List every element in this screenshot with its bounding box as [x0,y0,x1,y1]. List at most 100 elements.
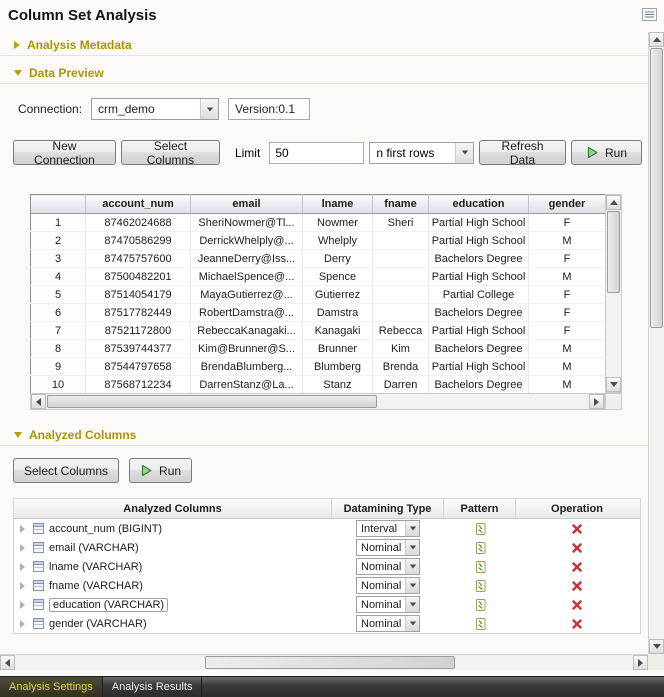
column-header-education[interactable]: education [429,195,529,214]
cell-lname[interactable]: Spence [303,268,373,286]
cell-education[interactable]: Partial High School [429,268,529,286]
cell-email[interactable]: BrendaBlumberg... [191,358,303,376]
delete-icon[interactable] [571,542,583,554]
column-header-fname[interactable]: fname [373,195,429,214]
datamining-type-combo[interactable]: Nominal [356,577,420,594]
refresh-data-button[interactable]: Refresh Data [479,140,566,165]
preview-row-7[interactable]: 787521172800RebeccaKanagaki...KanagakiRe… [31,322,606,340]
dropdown-arrow-icon[interactable] [405,597,419,612]
cell-account_num[interactable]: 87500482201 [86,268,191,286]
cell-account_num[interactable]: 87568712234 [86,376,191,394]
preview-row-5[interactable]: 587514054179MayaGutierrez@...GutierrezPa… [31,286,606,304]
scroll-thumb[interactable] [607,211,620,293]
cell-education[interactable]: Partial High School [429,232,529,250]
row-number-cell[interactable]: 9 [31,358,86,376]
scroll-down-icon[interactable] [606,377,621,392]
column-header-gender[interactable]: gender [529,195,606,214]
cell-account_num[interactable]: 87514054179 [86,286,191,304]
cell-education[interactable]: Partial High School [429,322,529,340]
scroll-left-icon[interactable] [0,655,15,670]
pattern-icon[interactable] [474,617,487,631]
row-number-cell[interactable]: 7 [31,322,86,340]
cell-fname[interactable]: Sheri [373,214,429,232]
cell-gender[interactable]: F [529,286,606,304]
scroll-right-icon[interactable] [589,394,604,409]
row-expander-icon[interactable] [20,582,25,590]
cell-email[interactable]: RobertDamstra@... [191,304,303,322]
dropdown-arrow-icon[interactable] [200,99,218,119]
preview-row-6[interactable]: 687517782449RobertDamstra@...Damstra Bach… [31,304,606,322]
cell-gender[interactable]: F [529,304,606,322]
editor-menu-icon[interactable] [641,7,658,27]
preview-row-1[interactable]: 187462024688SheriNowmer@Tl...NowmerSheri… [31,214,606,232]
analyzed-column-name[interactable]: gender (VARCHAR) [49,618,147,630]
row-expander-icon[interactable] [20,601,25,609]
cell-email[interactable]: DarrenStanz@La... [191,376,303,394]
cell-lname[interactable]: Damstra [303,304,373,322]
scroll-track[interactable] [649,47,664,639]
analyzed-row-0[interactable]: account_num (BIGINT)Interval [14,519,640,538]
dropdown-arrow-icon[interactable] [405,540,419,555]
column-header-email[interactable]: email [191,195,303,214]
section-data-preview[interactable]: Data Preview [0,62,648,84]
preview-horizontal-scrollbar[interactable] [30,393,605,410]
preview-row-3[interactable]: 387475757600JeanneDerry@Iss...DerryBache… [31,250,606,268]
delete-icon[interactable] [571,561,583,573]
analyzed-row-4[interactable]: education (VARCHAR)Nominal [14,595,640,614]
scroll-left-icon[interactable] [31,394,46,409]
row-expander-icon[interactable] [20,563,25,571]
cell-account_num[interactable]: 87544797658 [86,358,191,376]
cell-education[interactable]: Partial High School [429,214,529,232]
cell-fname[interactable] [373,232,429,250]
cell-email[interactable]: DerrickWhelply@... [191,232,303,250]
scroll-up-icon[interactable] [649,32,664,47]
cell-fname[interactable] [373,268,429,286]
scroll-up-icon[interactable] [606,195,621,210]
row-number-cell[interactable]: 5 [31,286,86,304]
row-number-cell[interactable]: 6 [31,304,86,322]
cell-education[interactable]: Bachelors Degree [429,340,529,358]
dropdown-arrow-icon[interactable] [405,559,419,574]
tab-analysis-results[interactable]: Analysis Results [103,677,203,697]
select-columns-button[interactable]: Select Columns [13,458,119,483]
row-number-cell[interactable]: 10 [31,376,86,394]
cell-lname[interactable]: Nowmer [303,214,373,232]
datamining-type-combo[interactable]: Nominal [356,596,420,613]
cell-lname[interactable]: Whelply [303,232,373,250]
row-number-cell[interactable]: 3 [31,250,86,268]
cell-account_num[interactable]: 87521172800 [86,322,191,340]
row-expander-icon[interactable] [20,620,25,628]
header-operation[interactable]: Operation [516,499,638,518]
analyzed-row-1[interactable]: email (VARCHAR)Nominal [14,538,640,557]
row-number-cell[interactable]: 1 [31,214,86,232]
row-expander-icon[interactable] [20,544,25,552]
row-number-cell[interactable]: 2 [31,232,86,250]
cell-fname[interactable]: Kim [373,340,429,358]
delete-icon[interactable] [571,580,583,592]
cell-account_num[interactable]: 87470586299 [86,232,191,250]
cell-education[interactable]: Bachelors Degree [429,304,529,322]
header-datamining-type[interactable]: Datamining Type [332,499,444,518]
scroll-right-icon[interactable] [633,655,648,670]
preview-row-9[interactable]: 987544797658BrendaBlumberg...BlumbergBre… [31,358,606,376]
cell-fname[interactable]: Brenda [373,358,429,376]
cell-fname[interactable] [373,286,429,304]
cell-account_num[interactable]: 87517782449 [86,304,191,322]
cell-lname[interactable]: Blumberg [303,358,373,376]
analyzed-row-3[interactable]: fname (VARCHAR) Nominal [14,576,640,595]
scroll-thumb[interactable] [650,48,663,328]
cell-lname[interactable]: Stanz [303,376,373,394]
limit-input[interactable] [269,142,364,164]
cell-gender[interactable]: M [529,376,606,394]
analyzed-column-name[interactable]: fname (VARCHAR) [49,580,143,592]
preview-row-2[interactable]: 287470586299DerrickWhelply@...Whelply Par… [31,232,606,250]
collapse-arrow-icon[interactable] [14,432,22,438]
cell-fname[interactable] [373,250,429,268]
datamining-type-combo[interactable]: Interval [356,520,420,537]
datamining-type-combo[interactable]: Nominal [356,558,420,575]
cell-email[interactable]: MayaGutierrez@... [191,286,303,304]
cell-fname[interactable]: Rebecca [373,322,429,340]
connection-combo[interactable]: crm_demo [91,98,219,120]
column-header-account_num[interactable]: account_num [86,195,191,214]
delete-icon[interactable] [571,618,583,630]
